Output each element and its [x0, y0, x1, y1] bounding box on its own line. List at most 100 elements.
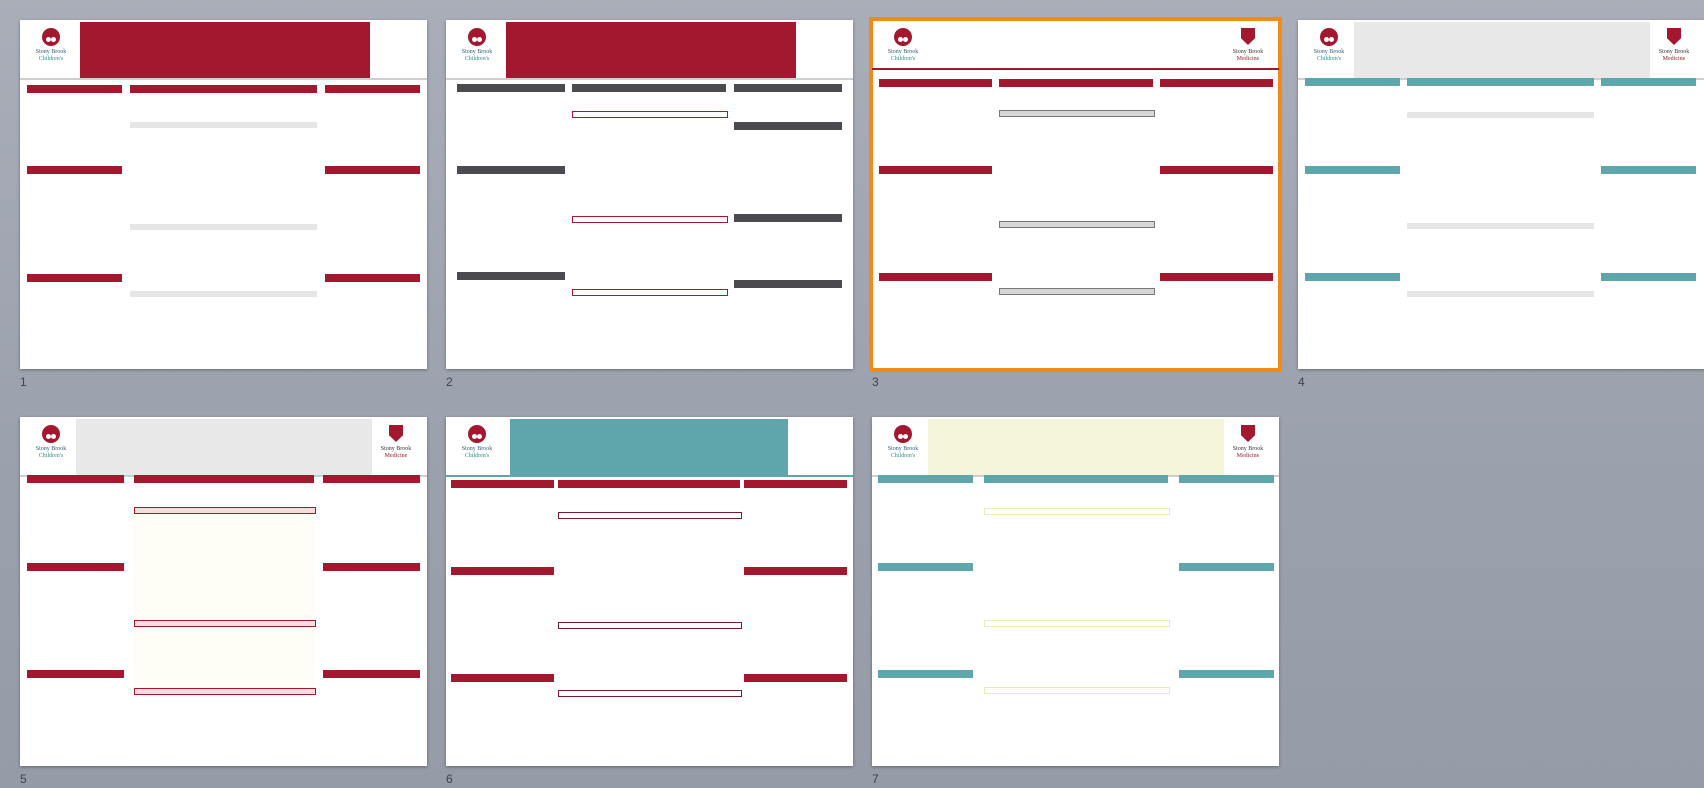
logo-text-line2: Children's: [1316, 56, 1342, 62]
shield-icon: [1241, 425, 1255, 442]
bracket-bar: [878, 563, 973, 571]
logo-text-line2: Medicine: [1662, 56, 1686, 62]
center-bar: [558, 622, 742, 629]
stony-brook-medicine-logo: Stony Brook Medicine: [1223, 425, 1273, 471]
header-rule: [872, 68, 1279, 70]
slide-thumbnail-3[interactable]: Stony Brook Children's Stony Brook Medic…: [869, 17, 1282, 372]
slide-number: 3: [872, 375, 879, 389]
logo-text-line1: Stony Brook: [1232, 446, 1264, 452]
bracket-bar: [878, 670, 973, 678]
bracket-bar: [878, 475, 973, 483]
bracket-bar: [744, 480, 847, 488]
logo-text-line1: Stony Brook: [461, 446, 493, 452]
logo-text-line2: Children's: [464, 453, 490, 459]
logo-text-line2: Medicine: [1236, 56, 1260, 62]
center-bar: [984, 620, 1170, 627]
logo-text-line1: Stony Brook: [1232, 49, 1264, 55]
stony-brook-medicine-logo: Stony Brook Medicine: [1649, 28, 1699, 74]
slide-header: Stony Brook Children's: [446, 20, 853, 78]
childrens-logo-icon: [42, 425, 69, 443]
logo-text-line1: Stony Brook: [887, 446, 919, 452]
bracket-bar: [457, 166, 565, 174]
center-bar: [558, 690, 742, 697]
logo-text-line1: Stony Brook: [461, 49, 493, 55]
bracket-bar: [325, 166, 420, 174]
slide-thumbnail-5[interactable]: Stony Brook Children's Stony Brook Medic…: [20, 417, 427, 766]
center-bar: [984, 508, 1170, 515]
header-rule: [446, 475, 853, 477]
slide-number: 4: [1298, 375, 1305, 389]
bracket-bar: [457, 84, 565, 92]
center-bar: [134, 688, 316, 695]
bracket-bar: [134, 475, 314, 483]
center-bar: [134, 620, 316, 627]
slide-thumbnail-2[interactable]: Stony Brook Children's: [446, 20, 853, 369]
childrens-logo-icon: [42, 28, 69, 46]
logo-text-line2: Children's: [38, 453, 64, 459]
shield-icon: [1241, 28, 1255, 45]
bracket-bar: [27, 166, 122, 174]
logo-text-line1: Stony Brook: [35, 49, 67, 55]
bracket-bar: [744, 567, 847, 575]
bracket-bar: [879, 79, 992, 87]
childrens-logo-icon: [894, 425, 921, 443]
header-rule: [20, 78, 427, 80]
bracket-bar: [1179, 670, 1274, 678]
bracket-bar: [1407, 78, 1594, 86]
bracket-bar: [323, 670, 420, 678]
bracket-bar: [984, 475, 1168, 483]
center-bar: [572, 111, 728, 118]
bracket-bar: [27, 670, 124, 678]
center-bar: [130, 291, 317, 297]
header-band: [928, 419, 1224, 475]
center-bar: [134, 507, 316, 514]
logo-text-line2: Children's: [890, 453, 916, 459]
bracket-bar: [1601, 166, 1696, 174]
logo-text-line2: Children's: [464, 56, 490, 62]
header-band: [1354, 22, 1650, 78]
center-bar: [572, 289, 728, 296]
bracket-bar: [558, 480, 740, 488]
center-bar: [999, 288, 1155, 295]
bracket-bar: [130, 85, 317, 93]
bracket-bar: [325, 274, 420, 282]
slide-number: 1: [20, 375, 27, 389]
shield-icon: [389, 425, 403, 442]
bracket-bar: [1305, 273, 1400, 281]
slide-header: Stony Brook Children's Stony Brook Medic…: [20, 417, 427, 475]
stony-brook-childrens-logo: Stony Brook Children's: [26, 425, 76, 471]
logo-text-line1: Stony Brook: [887, 49, 919, 55]
childrens-logo-icon: [1320, 28, 1347, 46]
bracket-bar: [734, 122, 842, 130]
logo-text-line1: Stony Brook: [1658, 49, 1690, 55]
logo-text-line1: Stony Brook: [380, 446, 412, 452]
bracket-bar: [879, 166, 992, 174]
bracket-bar: [1179, 475, 1274, 483]
shield-icon: [1667, 28, 1681, 45]
center-panel: [134, 513, 314, 693]
slide-thumbnail-7[interactable]: Stony Brook Children's Stony Brook Medic…: [872, 417, 1279, 766]
bracket-bar: [734, 280, 842, 288]
slide-thumbnail-1[interactable]: Stony Brook Children's: [20, 20, 427, 369]
slide-thumbnail-4[interactable]: Stony Brook Children's Stony Brook Medic…: [1298, 20, 1704, 369]
center-bar: [999, 221, 1155, 228]
bracket-bar: [1179, 563, 1274, 571]
childrens-logo-icon: [468, 28, 495, 46]
bracket-bar: [879, 273, 992, 281]
slide-number: 2: [446, 375, 453, 389]
center-bar: [999, 110, 1155, 117]
center-bar: [1407, 112, 1594, 118]
header-rule: [446, 78, 853, 80]
bracket-bar: [451, 480, 554, 488]
bracket-bar: [451, 567, 554, 575]
bracket-bar: [325, 85, 420, 93]
bracket-bar: [27, 85, 122, 93]
slide-header: Stony Brook Children's Stony Brook Medic…: [1298, 20, 1704, 78]
slide-thumbnail-6[interactable]: Stony Brook Children's: [446, 417, 853, 766]
slide-number: 6: [446, 772, 453, 786]
bracket-bar: [27, 274, 122, 282]
bracket-bar: [27, 563, 124, 571]
stony-brook-medicine-logo: Stony Brook Medicine: [371, 425, 421, 471]
stony-brook-childrens-logo: Stony Brook Children's: [878, 425, 928, 471]
bracket-bar: [1601, 78, 1696, 86]
